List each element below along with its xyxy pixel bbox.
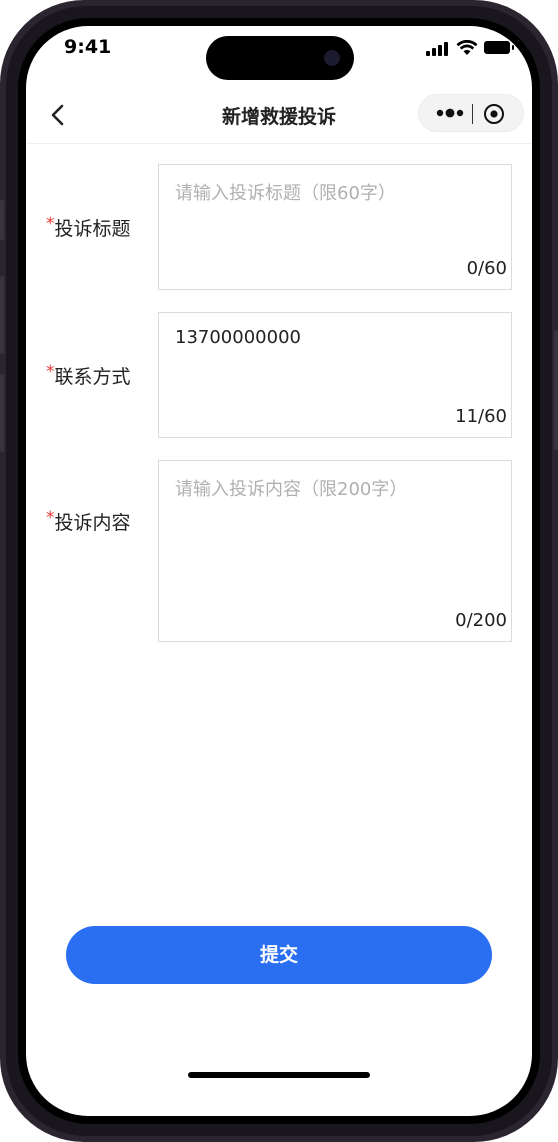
required-mark: * (46, 508, 55, 528)
status-time: 9:41 (64, 36, 112, 58)
wifi-icon (456, 40, 478, 55)
side-button-volume-down (0, 374, 4, 452)
title-input[interactable]: 请输入投诉标题（限60字） 0/60 (158, 164, 512, 290)
required-mark: * (46, 214, 55, 234)
more-icon[interactable] (435, 106, 467, 120)
submit-button[interactable]: 提交 (66, 926, 492, 984)
nav-bar: 新增救援投诉 (26, 92, 532, 142)
capsule-divider (472, 104, 473, 124)
content-textarea-counter: 0/200 (455, 610, 507, 631)
contact-label: *联系方式 (46, 362, 131, 389)
contact-input-value: 13700000000 (175, 327, 301, 348)
side-button-volume-up (0, 276, 4, 354)
cellular-signal-icon (426, 42, 450, 56)
content-textarea-placeholder: 请输入投诉内容（限200字） (175, 479, 408, 500)
side-button-power (554, 330, 558, 450)
camera-icon (324, 50, 340, 66)
content-textarea[interactable]: 请输入投诉内容（限200字） 0/200 (158, 460, 512, 642)
title-input-placeholder: 请输入投诉标题（限60字） (175, 183, 396, 204)
content-label: *投诉内容 (46, 508, 131, 535)
contact-input-counter: 11/60 (455, 406, 507, 427)
contact-input[interactable]: 13700000000 11/60 (158, 312, 512, 438)
dynamic-island (206, 36, 354, 80)
contact-label-text: 联系方式 (54, 366, 131, 388)
side-button-silent (0, 200, 4, 240)
status-bar: 9:41 (26, 26, 532, 82)
nav-divider (26, 143, 532, 144)
required-mark: * (46, 362, 55, 382)
close-miniprogram-icon[interactable] (483, 103, 505, 125)
title-input-counter: 0/60 (466, 258, 507, 279)
screen: 9:41 新增救援投诉 *投诉标题 请输入投诉标题（限60字） 0/60 *联系… (26, 26, 532, 1116)
home-indicator (188, 1072, 370, 1078)
battery-icon (484, 41, 514, 54)
title-label-text: 投诉标题 (54, 218, 131, 240)
mini-program-capsule (418, 94, 524, 132)
title-label: *投诉标题 (46, 214, 131, 241)
content-label-text: 投诉内容 (54, 512, 131, 534)
